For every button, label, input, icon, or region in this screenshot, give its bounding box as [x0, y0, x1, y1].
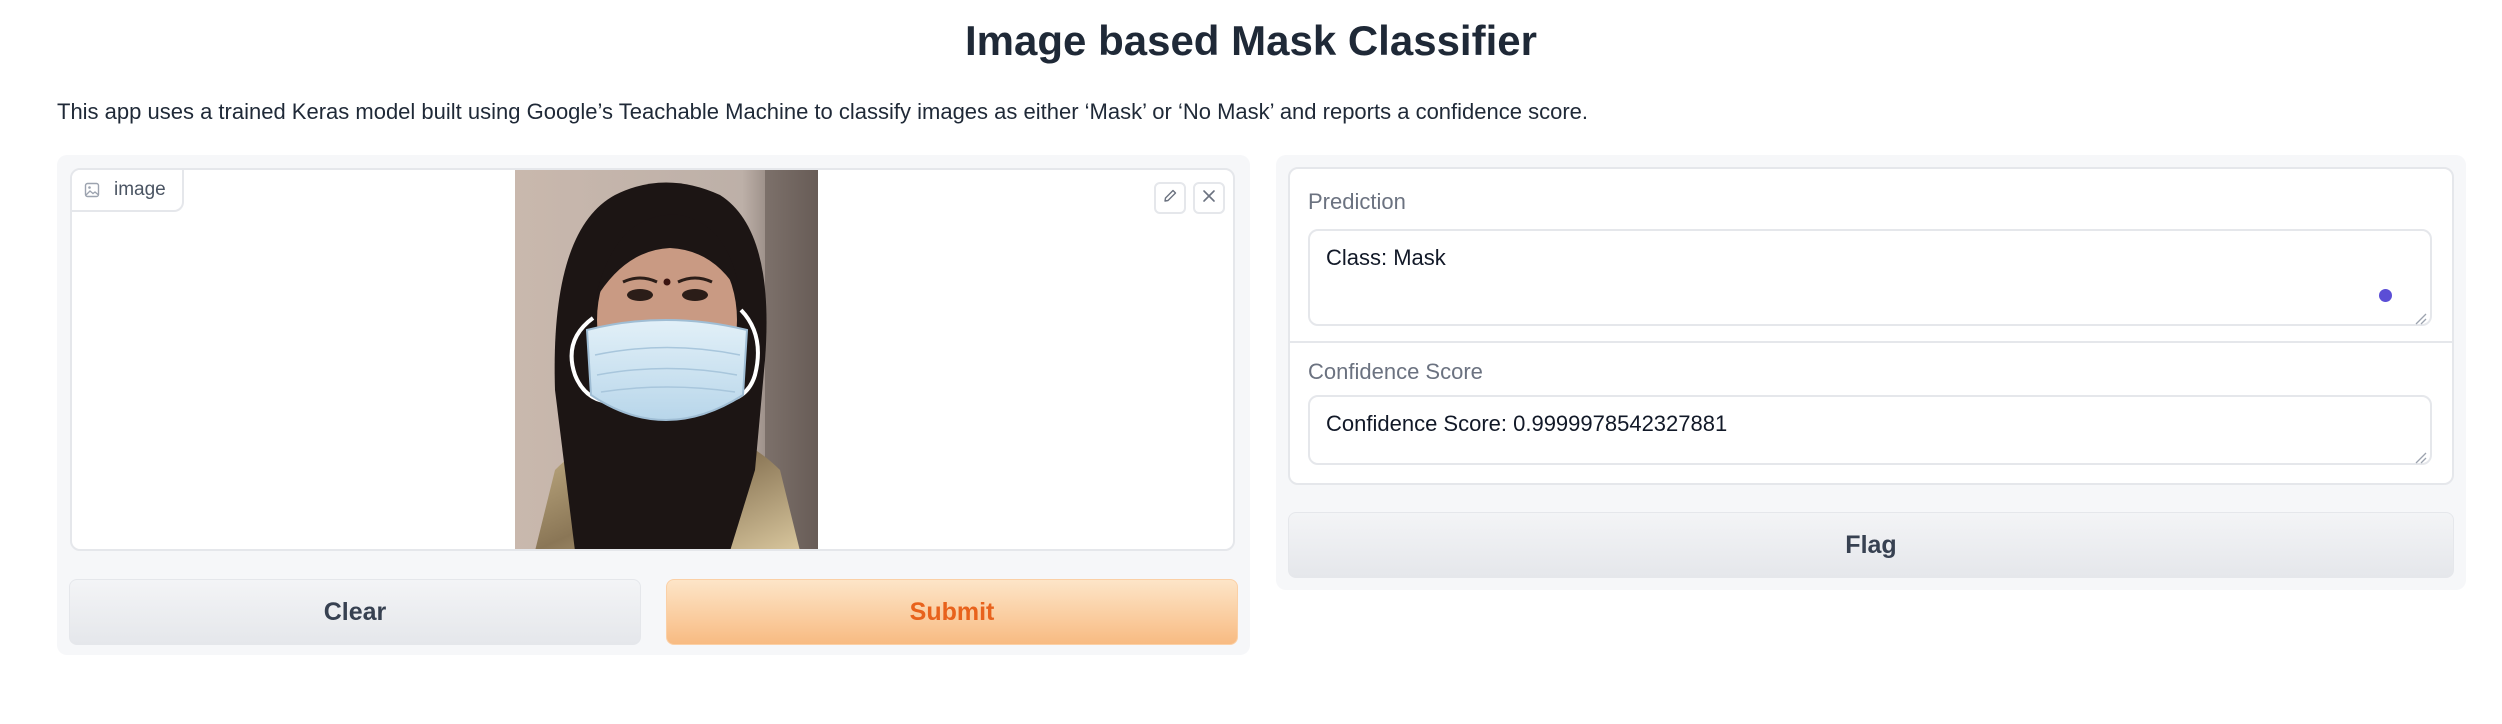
confidence-label: Confidence Score [1308, 359, 1483, 384]
page-title: Image based Mask Classifier [965, 17, 1537, 64]
image-field-label: image [72, 170, 184, 212]
prediction-textbox[interactable]: Class: Mask [1308, 229, 2432, 326]
prediction-label: Prediction [1308, 189, 1406, 214]
confidence-value: Confidence Score: 0.9999978542327881 [1326, 411, 1728, 436]
prediction-value: Class: Mask [1326, 245, 1446, 270]
image-upload-area[interactable]: image [70, 168, 1235, 551]
status-dot-icon [2379, 289, 2392, 302]
input-panel: image Clear Submit [57, 155, 1250, 655]
close-icon [1202, 189, 1216, 208]
image-label-text: image [114, 179, 166, 200]
prediction-block: Prediction Class: Mask [1290, 169, 2452, 343]
clear-image-button[interactable] [1193, 182, 1225, 214]
confidence-textbox[interactable]: Confidence Score: 0.9999978542327881 [1308, 395, 2432, 465]
pencil-icon [1162, 188, 1178, 209]
clear-button[interactable]: Clear [69, 579, 641, 645]
uploaded-photo [515, 170, 818, 549]
flag-button[interactable]: Flag [1288, 512, 2454, 578]
app-page: Image based Mask Classifier This app use… [0, 0, 2502, 724]
confidence-block: Confidence Score Confidence Score: 0.999… [1290, 341, 2452, 483]
output-panel: Prediction Class: Mask Confidence Score … [1276, 155, 2466, 590]
image-icon [84, 182, 100, 198]
submit-button[interactable]: Submit [666, 579, 1238, 645]
resize-handle-icon[interactable] [2412, 306, 2428, 325]
resize-handle-icon[interactable] [2412, 445, 2428, 464]
outputs-card: Prediction Class: Mask Confidence Score … [1288, 167, 2454, 485]
edit-image-button[interactable] [1154, 182, 1186, 214]
app-description: This app uses a trained Keras model buil… [57, 99, 1588, 124]
